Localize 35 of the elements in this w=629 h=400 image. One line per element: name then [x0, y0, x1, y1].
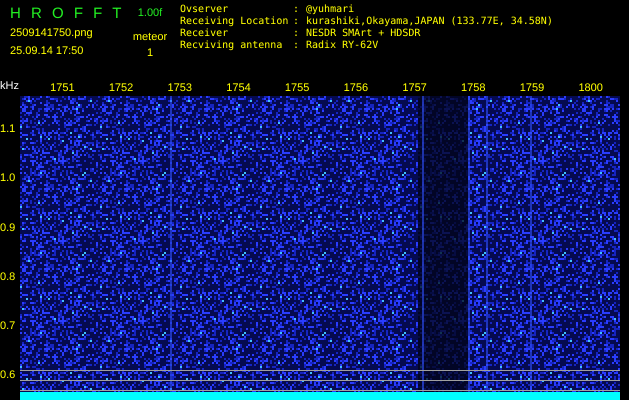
info-value: NESDR SMArt + HDSDR [306, 28, 420, 40]
info-separator: : [293, 4, 300, 16]
filename-text: 2509141750.png [10, 26, 94, 40]
axis-label: 0.7 [0, 319, 16, 334]
info-label: Receiving Location [180, 16, 290, 28]
version-text: 1.00f [138, 6, 162, 21]
info-value: Radix RY-62V [306, 40, 378, 52]
axis-label: 0.6 [0, 368, 16, 382]
info-separator: : [293, 40, 300, 52]
frequency-label: 1755 [284, 81, 310, 95]
frequency-label: 1757 [402, 81, 427, 95]
frequency-label: 1751 [50, 81, 75, 95]
frequency-label: 1756 [344, 81, 368, 95]
info-label: Recviving antenna [180, 40, 284, 52]
axis-label: 0.8 [0, 270, 16, 284]
frequency-label: 1752 [108, 81, 134, 95]
axis-unit: kHz [0, 80, 19, 92]
info-separator: : [293, 28, 300, 40]
info-separator: : [293, 16, 300, 28]
frequency-label: 1758 [461, 81, 486, 95]
info-label: Ovserver [180, 4, 230, 16]
frequency-label: 1754 [226, 81, 251, 95]
frequency-label: 1753 [168, 81, 192, 95]
info-label: Receiver [180, 28, 230, 40]
axis-label: 0.9 [0, 220, 16, 235]
frequency-label: 1800 [578, 81, 603, 95]
frequency-label: 1759 [520, 81, 544, 95]
datetime-text: 25.09.14 17:50 [10, 44, 84, 58]
axis-label: 1.1 [0, 122, 16, 136]
info-value: @yuhmari [306, 4, 354, 16]
event-label: meteor [132, 30, 168, 44]
event-count: 1 [146, 46, 154, 60]
app-title: H R O F F T [10, 4, 122, 24]
info-value: kurashiki,Okayama,JAPAN (133.77E, 34.58N) [306, 16, 553, 28]
axis-label: 1.0 [0, 171, 16, 186]
